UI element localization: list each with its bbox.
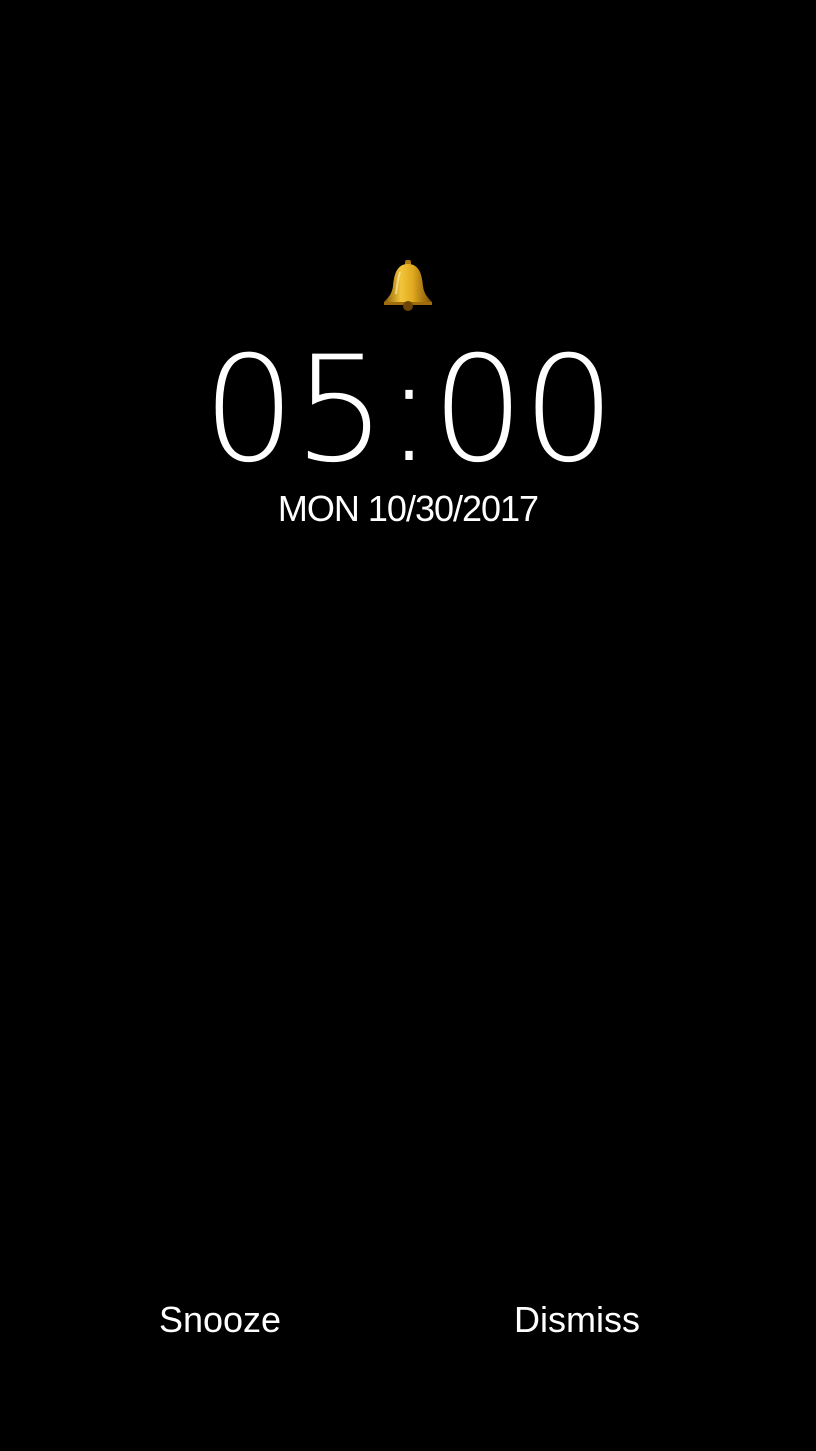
snooze-button[interactable]: Snooze [100,1292,340,1348]
alarm-screen: 05:00 MON 10/30/2017 Snooze Dismiss [0,0,816,1451]
bell-icon [380,258,436,312]
alarm-date: MON 10/30/2017 [277,488,539,529]
dismiss-button[interactable]: Dismiss [457,1292,697,1348]
alarm-time: 05:00 [202,325,616,495]
